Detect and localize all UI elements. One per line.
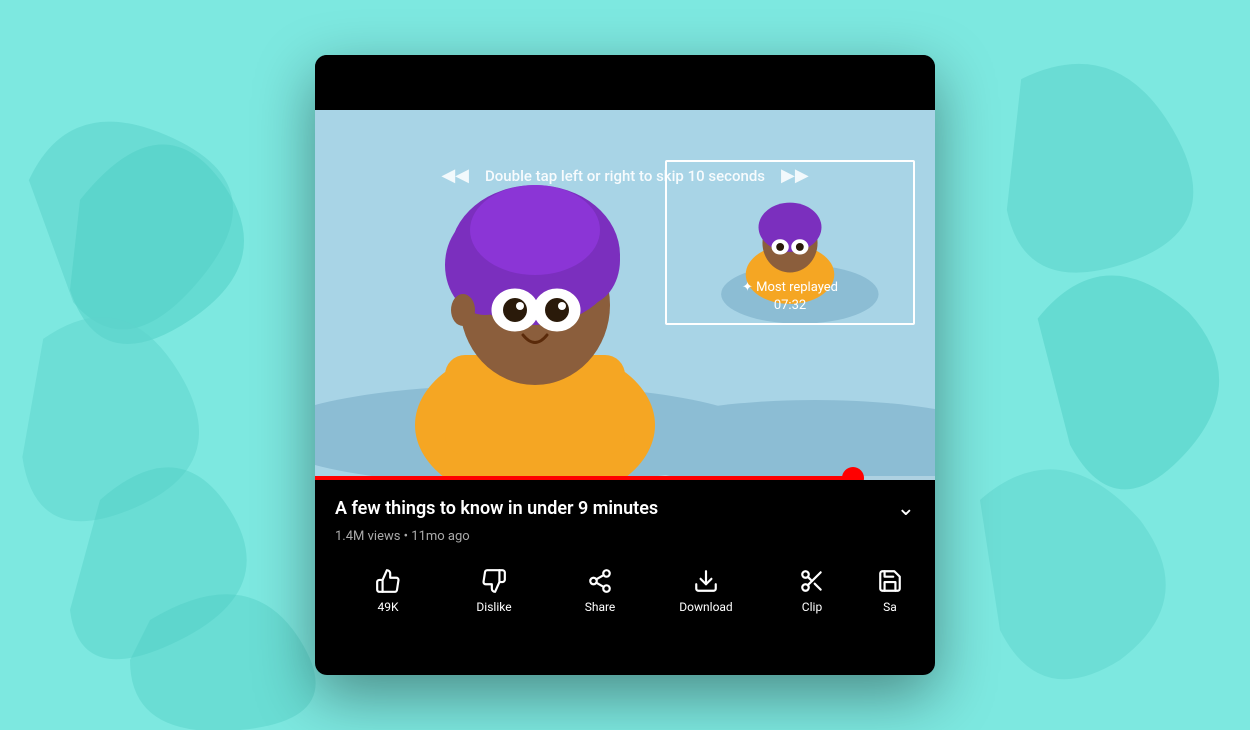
like-button[interactable]: 49K: [335, 560, 441, 622]
skip-left-arrows: ◀◀: [441, 165, 469, 186]
download-label: Download: [679, 600, 732, 614]
download-button[interactable]: Download: [653, 560, 759, 622]
phone-container: ◀◀ Double tap left or right to skip 10 s…: [315, 55, 935, 675]
progress-bar-container[interactable]: [315, 476, 935, 480]
share-label: Share: [585, 600, 616, 614]
share-button[interactable]: Share: [547, 560, 653, 622]
clip-label: Clip: [802, 600, 822, 614]
like-count: 49K: [377, 600, 398, 614]
progress-bar: [315, 476, 854, 480]
skip-hint-text: Double tap left or right to skip 10 seco…: [485, 167, 765, 185]
download-icon: [693, 568, 719, 594]
save-label: Sa: [883, 600, 897, 614]
save-icon: [877, 568, 903, 594]
info-panel: A few things to know in under 9 minutes …: [315, 480, 935, 638]
save-button[interactable]: Sa: [865, 560, 915, 622]
most-replayed-label: ✦ Most replayed: [742, 280, 838, 295]
dislike-button[interactable]: Dislike: [441, 560, 547, 622]
clip-button[interactable]: Clip: [759, 560, 865, 622]
thumbs-down-icon: [481, 568, 507, 594]
title-row: A few things to know in under 9 minutes …: [335, 496, 915, 521]
video-area[interactable]: ◀◀ Double tap left or right to skip 10 s…: [315, 110, 935, 480]
skip-right-arrows: ▶▶: [781, 165, 809, 186]
clip-icon: [799, 568, 825, 594]
skip-hint-overlay: ◀◀ Double tap left or right to skip 10 s…: [315, 165, 935, 186]
top-bar: [315, 55, 935, 110]
video-title: A few things to know in under 9 minutes: [335, 497, 885, 520]
video-meta: 1.4M views • 11mo ago: [335, 529, 915, 544]
thumbs-up-icon: [375, 568, 401, 594]
dislike-label: Dislike: [476, 600, 511, 614]
actions-row: 49K Dislike Share: [335, 560, 915, 622]
most-replayed-time: 07:32: [774, 298, 806, 313]
share-icon: [587, 568, 613, 594]
chevron-down-icon[interactable]: ⌄: [897, 496, 915, 521]
